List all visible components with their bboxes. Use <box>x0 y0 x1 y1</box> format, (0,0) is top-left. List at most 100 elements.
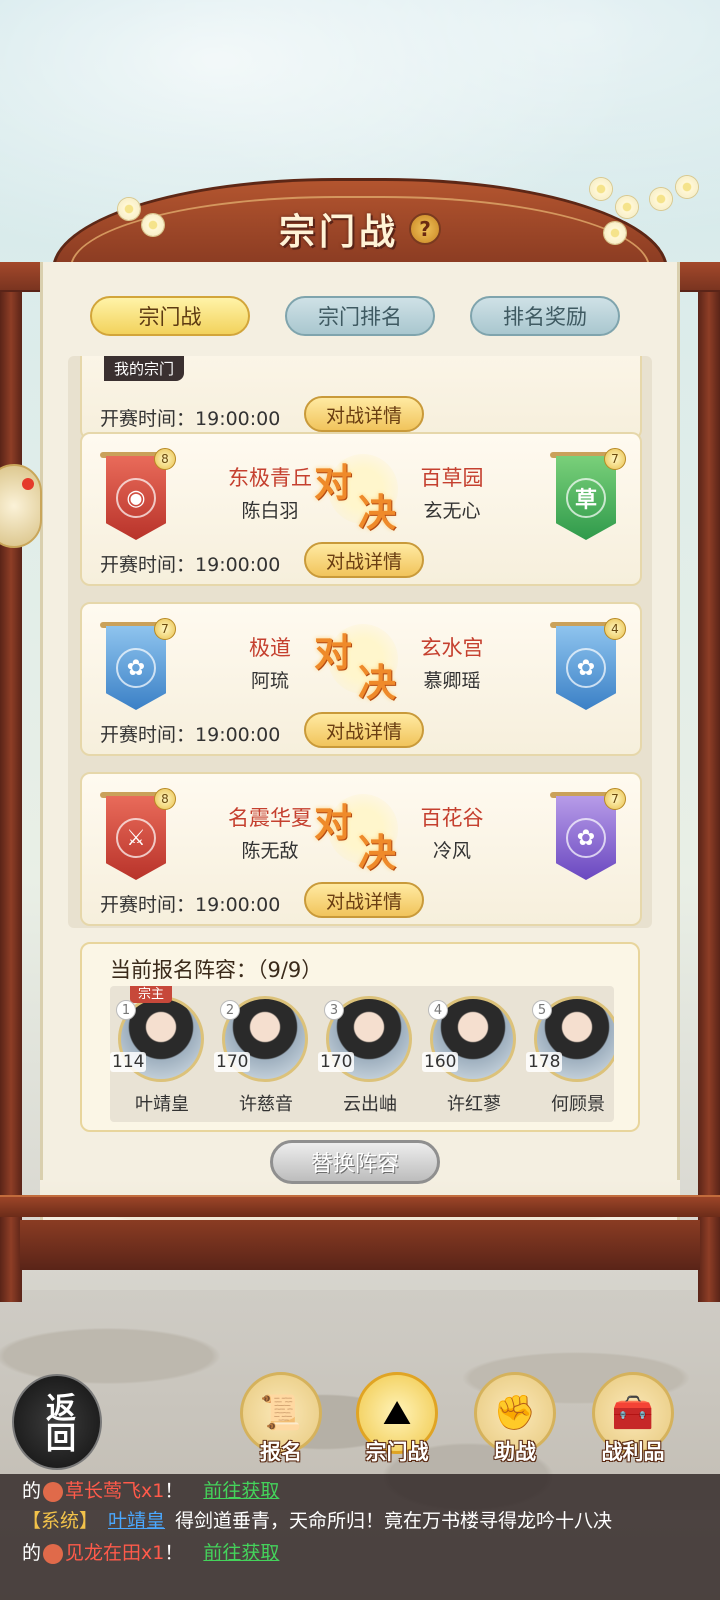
nav-label: 助战 <box>494 1440 536 1464</box>
sect-level-badge: 7 <box>154 618 176 640</box>
hero-slot[interactable]: 2 170 许慈音 <box>214 986 310 1122</box>
match-list[interactable]: 我的宗门 开赛时间：19:00:00 对战详情 ◉ 8 东极青丘 陈白羽 对 决… <box>68 356 652 928</box>
nav-loot[interactable]: 🧰 战利品 <box>588 1372 678 1472</box>
hero-level: 178 <box>526 1052 563 1072</box>
sect-name: 名震华夏 <box>228 806 312 830</box>
leader-name: 阿琉 <box>250 670 289 692</box>
my-sect-tag: 我的宗门 <box>104 356 185 381</box>
frame-post-left <box>0 262 22 1302</box>
coin-icon: ◉ <box>116 478 156 518</box>
scroll-rod <box>0 1195 720 1217</box>
match-detail-button[interactable]: 对战详情 <box>304 712 424 748</box>
chat-line: 【系统】 叶靖皇 得剑道垂青，天命所归！竟在万书楼寻得龙吟十八决 <box>22 1504 612 1538</box>
versus-char: 决 <box>358 661 397 705</box>
sect-banner-left: ✿ 7 <box>100 618 176 714</box>
chat-line: 的 见龙在田x1！ 前往获取 <box>22 1536 279 1570</box>
start-time: 开赛时间：19:00:00 <box>100 724 281 746</box>
team-left: 极道 阿琉 <box>210 632 330 693</box>
tab-bar: 宗门战 宗门排名 排名奖励 <box>90 296 620 336</box>
match-detail-button[interactable]: 对战详情 <box>304 396 424 432</box>
tab-ranking-rewards[interactable]: 排名奖励 <box>470 296 620 336</box>
my-sect-card: 我的宗门 开赛时间：19:00:00 对战详情 <box>80 356 642 440</box>
hero-index: 3 <box>324 1000 344 1020</box>
chat-item: 草长莺飞x1 <box>65 1480 165 1502</box>
hero-slot[interactable]: 3 170 云出岫 <box>318 986 414 1122</box>
start-time: 开赛时间：19:00:00 <box>100 894 281 916</box>
sect-name: 极道 <box>249 636 291 660</box>
back-button[interactable]: 返回 <box>12 1374 102 1470</box>
chat-item: 见龙在田x1 <box>65 1542 165 1564</box>
versus-char: 决 <box>358 491 397 535</box>
chat-get-link[interactable]: 前往获取 <box>203 1542 279 1564</box>
sect-name: 百花谷 <box>420 806 484 830</box>
team-left: 名震华夏 陈无敌 <box>210 802 330 863</box>
team-left: 东极青丘 陈白羽 <box>210 462 330 523</box>
chat-line: 的 草长莺飞x1！ 前往获取 <box>22 1474 279 1508</box>
sect-banner-right: ✿ 4 <box>550 618 626 714</box>
match-card: ✿ 7 极道 阿琉 对 决 玄水宫 慕卿瑶 ✿ 4 开赛时间：19:00:00 … <box>80 602 642 756</box>
hero-slot[interactable]: 宗主 1 114 叶靖皇 <box>110 986 206 1122</box>
start-time: 开赛时间：19:00:00 <box>100 408 281 430</box>
nav-label: 报名 <box>260 1440 302 1464</box>
tab-sect-war[interactable]: 宗门战 <box>90 296 250 336</box>
page-title: 宗门战 <box>278 212 399 253</box>
match-card: ⚔ 8 名震华夏 陈无敌 对 决 百花谷 冷风 ✿ 7 开赛时间：19:00:0… <box>80 772 642 926</box>
item-icon <box>43 1481 64 1502</box>
hero-level: 170 <box>318 1052 355 1072</box>
versus-char: 决 <box>358 831 397 875</box>
versus-char: 对 <box>314 801 353 845</box>
match-detail-button[interactable]: 对战详情 <box>304 882 424 918</box>
chat-get-link[interactable]: 前往获取 <box>203 1480 279 1502</box>
sect-level-badge: 8 <box>154 448 176 470</box>
hero-name: 何顾景 <box>551 1094 605 1115</box>
hero-name: 叶靖皇 <box>135 1094 189 1115</box>
crossed-swords-icon: ⚔ <box>116 818 156 858</box>
hero-name: 许红蓼 <box>447 1094 501 1115</box>
start-time: 开赛时间：19:00:00 <box>100 554 281 576</box>
herb-emblem: 草 <box>566 478 606 518</box>
team-right: 百草园 玄无心 <box>392 462 512 523</box>
nav-signup[interactable]: 📜 报名 <box>236 1372 326 1472</box>
chat-ticker: 的 草长莺飞x1！ 前往获取 【系统】 叶靖皇 得剑道垂青，天命所归！竟在万书楼寻得龙吟… <box>0 1474 720 1600</box>
back-label: 返回 <box>40 1392 75 1452</box>
chat-text: 的 <box>22 1542 42 1564</box>
lineup-panel: 当前报名阵容：（9/9） 宗主 1 114 叶靖皇 2 170 许慈音 3 17… <box>80 942 640 1132</box>
hero-roster[interactable]: 宗主 1 114 叶靖皇 2 170 许慈音 3 170 云出岫 4 160 许… <box>110 986 614 1122</box>
leader-tag: 宗主 <box>130 986 173 1003</box>
versus-char: 对 <box>314 461 353 505</box>
hero-index: 1 <box>116 1000 136 1020</box>
hero-name: 云出岫 <box>343 1094 397 1115</box>
leader-name: 玄无心 <box>423 500 481 522</box>
chat-player-link[interactable]: 叶靖皇 <box>108 1510 165 1532</box>
title-bar: 宗门战 ? <box>0 204 720 254</box>
nav-assist[interactable]: ✊ 助战 <box>470 1372 560 1472</box>
help-icon[interactable]: ? <box>409 213 441 245</box>
sect-level-badge: 4 <box>604 618 626 640</box>
sect-banner-right: 草 7 <box>550 448 626 544</box>
frame-post-right <box>698 262 720 1302</box>
hero-level: 160 <box>422 1052 459 1072</box>
side-chat-bubble[interactable] <box>0 464 42 548</box>
hero-slot[interactable]: 4 160 许红蓼 <box>422 986 518 1122</box>
match-detail-button[interactable]: 对战详情 <box>304 542 424 578</box>
hero-level: 170 <box>214 1052 251 1072</box>
leader-name: 陈白羽 <box>241 500 299 522</box>
swap-lineup-button[interactable]: 替换阵容 <box>270 1140 440 1184</box>
leader-name: 陈无敌 <box>241 840 299 862</box>
team-right: 百花谷 冷风 <box>392 802 512 863</box>
hero-name: 许慈音 <box>239 1094 293 1115</box>
hero-index: 2 <box>220 1000 240 1020</box>
hero-slot[interactable]: 5 178 何顾景 <box>526 986 614 1122</box>
tab-sect-ranking[interactable]: 宗门排名 <box>285 296 435 336</box>
sect-level-badge: 8 <box>154 788 176 810</box>
blossom-decoration <box>590 178 612 200</box>
blossom-decoration <box>676 176 698 198</box>
lotus-icon: ✿ <box>566 648 606 688</box>
chat-text: ！ <box>164 1480 184 1502</box>
chat-text: 的 <box>22 1480 42 1502</box>
sect-banner-left: ⚔ 8 <box>100 788 176 884</box>
sect-banner-right: ✿ 7 <box>550 788 626 884</box>
scroll-base <box>20 1220 700 1270</box>
lotus-icon: ✿ <box>566 818 606 858</box>
nav-sect-war[interactable]: ⛰ 宗门战 <box>352 1372 442 1472</box>
